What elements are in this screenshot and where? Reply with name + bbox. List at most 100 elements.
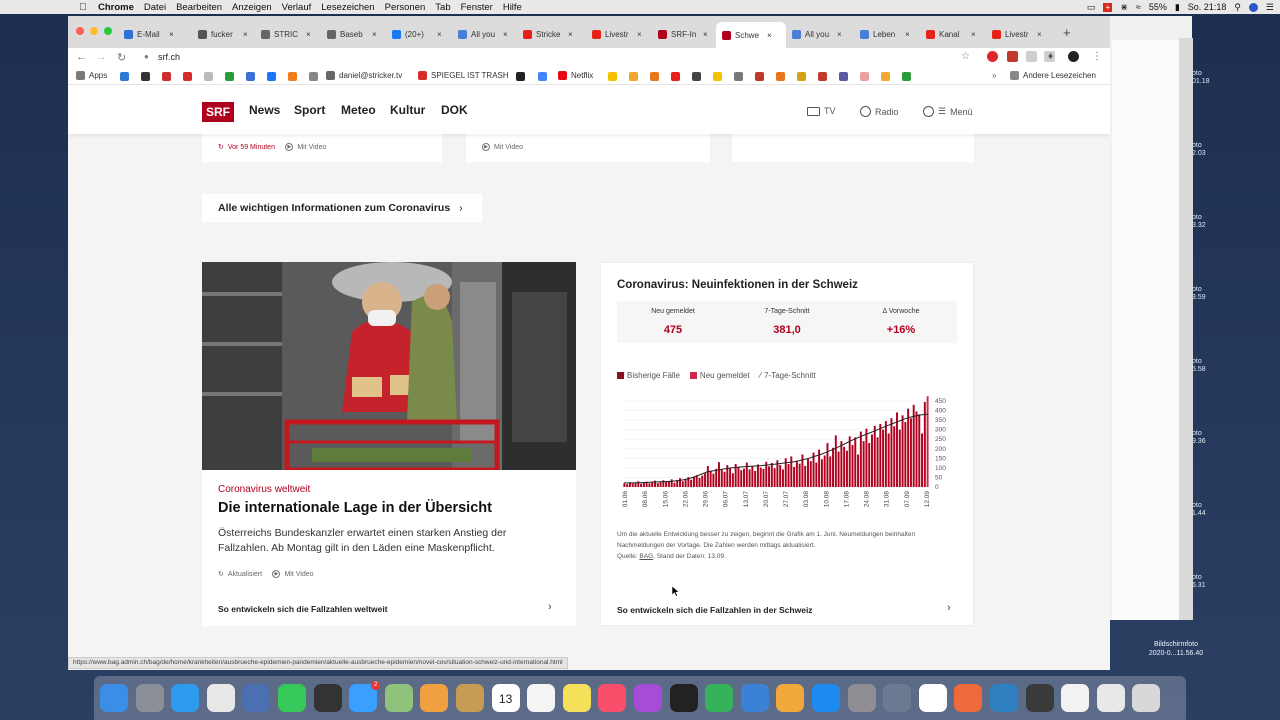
chrome-icon[interactable] [206, 684, 235, 712]
article-card-international[interactable]: Coronavirus weltweit Die internationale … [202, 262, 576, 626]
reload-button[interactable]: ↻ [117, 51, 126, 64]
settings-icon[interactable] [847, 684, 876, 712]
bookmark-icon[interactable] [734, 72, 743, 81]
tab-close-icon[interactable]: × [503, 30, 508, 39]
bookmark-icon[interactable] [629, 72, 638, 81]
photos-icon[interactable] [420, 684, 449, 712]
bookmark-icon[interactable] [288, 72, 297, 81]
tab[interactable]: Livestr × [586, 24, 652, 44]
app-icon-3[interactable] [1025, 684, 1054, 712]
menu-button[interactable]: ☰ Menü [923, 106, 973, 117]
lock-icon[interactable]: ● [144, 52, 149, 61]
close-window-button[interactable] [76, 27, 84, 35]
tab[interactable]: Leben × [854, 24, 920, 44]
article-headline[interactable]: Die internationale Lage in der Übersicht [218, 500, 492, 516]
nav-radio[interactable]: Radio [860, 106, 899, 117]
facetime-icon[interactable] [278, 684, 306, 712]
forward-button[interactable]: → [96, 51, 107, 63]
tab[interactable]: (20+) × [386, 24, 452, 44]
appstore-icon[interactable] [812, 684, 840, 712]
bookmark-icon[interactable] [650, 72, 659, 81]
extension-icon[interactable] [1007, 51, 1018, 62]
clock[interactable]: So. 21:18 [1188, 2, 1227, 12]
chrome-menu-icon[interactable]: ⋮ [1092, 51, 1102, 62]
bookmark-apps[interactable]: Apps [76, 71, 107, 80]
profile-avatar[interactable] [1068, 51, 1079, 62]
tab-active[interactable]: Schwe × [716, 22, 786, 48]
bookmark-icon[interactable] [183, 72, 192, 81]
tab[interactable]: E-Mail × [118, 24, 192, 44]
bookmark-icon[interactable] [860, 72, 869, 81]
menu-tab[interactable]: Tab [435, 2, 450, 13]
tab[interactable]: All you × [452, 24, 517, 44]
music-icon[interactable] [598, 684, 627, 712]
menu-bearbeiten[interactable]: Bearbeiten [176, 2, 222, 13]
maps-icon[interactable] [384, 684, 413, 712]
extensions-puzzle-icon[interactable]: ♦ [1048, 51, 1053, 62]
bookmark-icon[interactable] [225, 72, 234, 81]
bookmark-icon[interactable] [120, 72, 129, 81]
tab[interactable]: STRIC × [255, 24, 321, 44]
tab-close-icon[interactable]: × [703, 30, 708, 39]
pages-icon[interactable] [776, 684, 805, 712]
youtube-icon[interactable] [671, 72, 680, 81]
bluetooth-icon[interactable]: ⋇ [1120, 2, 1128, 13]
article-card-bottom[interactable] [732, 134, 974, 162]
documents-icon[interactable] [1061, 684, 1090, 712]
nav-tv[interactable]: TV [807, 106, 836, 116]
notes-box-icon[interactable] [456, 684, 484, 712]
gmail-icon[interactable] [162, 72, 171, 81]
tab-close-icon[interactable]: × [767, 31, 772, 40]
finder-icon[interactable] [100, 684, 128, 712]
chevron-right-icon[interactable]: › [548, 601, 552, 613]
nav-kultur[interactable]: Kultur [390, 103, 425, 117]
bookmark-icon[interactable] [755, 72, 764, 81]
tab-close-icon[interactable]: × [568, 30, 573, 39]
bookmark-icon[interactable] [881, 72, 890, 81]
trash-icon[interactable] [1132, 684, 1161, 712]
bookmark-other[interactable]: Andere Lesezeichen [1010, 71, 1096, 80]
bookmark-icon[interactable] [246, 72, 255, 81]
tab-close-icon[interactable]: × [243, 30, 248, 39]
photos-capture-icon[interactable] [242, 684, 271, 712]
bookmark-icon[interactable] [204, 72, 213, 81]
app-icon[interactable] [954, 684, 983, 712]
menu-app-name[interactable]: Chrome [98, 2, 134, 13]
source-link[interactable]: BAG [639, 553, 653, 560]
siri-icon[interactable] [1248, 2, 1258, 12]
nav-dok[interactable]: DOK [441, 103, 468, 117]
extension-icon[interactable] [1026, 51, 1037, 62]
tab-close-icon[interactable]: × [637, 30, 642, 39]
tab-close-icon[interactable]: × [306, 30, 311, 39]
tab[interactable]: Livestr × [986, 24, 1052, 44]
bookmark-icon[interactable] [776, 72, 785, 81]
nav-meteo[interactable]: Meteo [341, 103, 376, 117]
menu-lesezeichen[interactable]: Lesezeichen [321, 2, 374, 13]
srf-logo[interactable]: SRF [202, 102, 234, 122]
opera-extension-icon[interactable] [987, 51, 998, 62]
desktop-file-label[interactable]: oto 9.36 [1192, 430, 1212, 446]
numbers-icon[interactable] [705, 684, 734, 712]
stickies-icon[interactable] [562, 684, 591, 712]
coronavirus-info-link[interactable]: Alle wichtigen Informationen zum Coronav… [202, 194, 482, 222]
menu-anzeigen[interactable]: Anzeigen [232, 2, 272, 13]
menu-personen[interactable]: Personen [385, 2, 426, 13]
desktop-file-label[interactable]: oto 1.44 [1192, 502, 1212, 518]
apple-menu-icon[interactable]:  [76, 2, 90, 13]
safari-icon[interactable] [171, 684, 200, 712]
desktop-file-label[interactable]: oto 3.59 [1192, 286, 1212, 302]
spotlight-icon[interactable]: ⚲ [1234, 2, 1241, 13]
battery-percent[interactable]: 55% [1149, 2, 1167, 12]
tab[interactable]: All you × [786, 24, 854, 44]
bookmarks-overflow-chevron-icon[interactable]: » [992, 71, 996, 80]
bookmark-icon[interactable] [839, 72, 848, 81]
minimize-window-button[interactable] [90, 27, 98, 35]
bookmark-icon[interactable] [818, 72, 827, 81]
bookmark-spiegel[interactable]: SPIEGEL IST TRASH [418, 71, 509, 80]
cases-chart[interactable]: 0 50 100 150 200 250 300 350 400 450 01.06 08.06 15.… [617, 395, 959, 523]
legend-item[interactable]: Neu gemeldet [689, 371, 750, 380]
bookmark-icon[interactable] [902, 72, 911, 81]
tab[interactable]: Baseb × [321, 24, 386, 44]
fallzahlen-schweiz-link[interactable]: So entwickeln sich die Fallzahlen in der… [617, 605, 813, 615]
tab-close-icon[interactable]: × [437, 30, 442, 39]
